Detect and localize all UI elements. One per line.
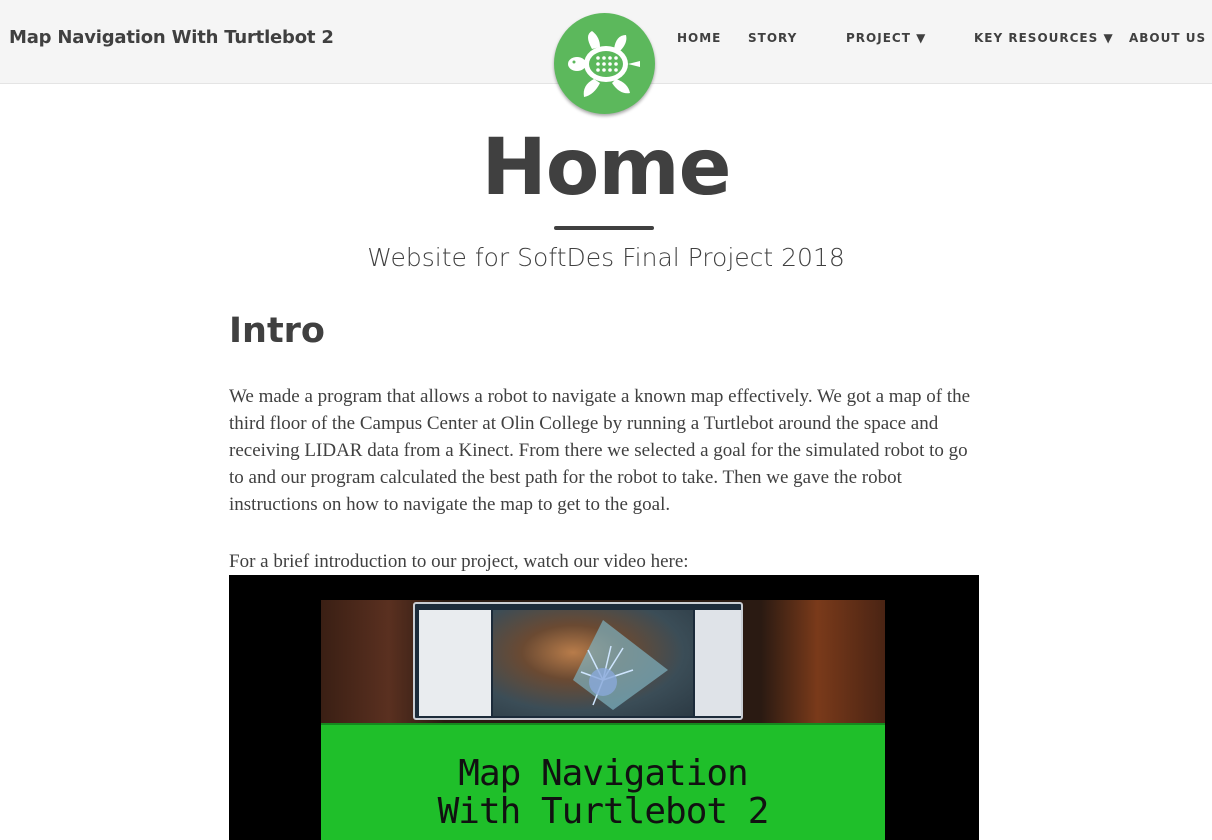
- video-title-banner: Map Navigation With Turtlebot 2: [321, 723, 885, 840]
- nav-link-about-us[interactable]: ABOUT US: [1129, 31, 1206, 45]
- page-title: Home: [481, 123, 731, 213]
- video-scene: [321, 600, 885, 723]
- page-subtitle: Website for SoftDes Final Project 2018: [367, 243, 845, 272]
- video-title-line-1: Map Navigation: [458, 753, 748, 794]
- video-monitor-image: [413, 602, 743, 720]
- site-brand-link[interactable]: Map Navigation With Turtlebot 2: [9, 27, 334, 48]
- video-player[interactable]: Map Navigation With Turtlebot 2: [229, 575, 979, 840]
- nav-link-home[interactable]: HOME: [677, 31, 721, 45]
- nav-link-story[interactable]: STORY: [748, 31, 797, 45]
- monitor-map-pane: [493, 610, 693, 716]
- nav-dropdown-project[interactable]: PROJECT ▼: [846, 31, 926, 45]
- video-title-line-2: With Turtlebot 2: [437, 791, 770, 832]
- monitor-sidebar-pane: [419, 610, 491, 716]
- video-caption: For a brief introduction to our project,…: [229, 551, 689, 572]
- lidar-map-graphic: [573, 620, 668, 710]
- turtle-icon: [568, 31, 640, 97]
- title-divider: [554, 226, 654, 230]
- site-logo[interactable]: [554, 13, 655, 114]
- intro-paragraph: We made a program that allows a robot to…: [229, 386, 971, 515]
- section-heading-intro: Intro: [229, 311, 325, 351]
- monitor-panel-pane: [695, 610, 741, 716]
- video-thumbnail: Map Navigation With Turtlebot 2: [321, 600, 885, 840]
- nav-dropdown-key-resources[interactable]: KEY RESOURCES ▼: [974, 31, 1114, 45]
